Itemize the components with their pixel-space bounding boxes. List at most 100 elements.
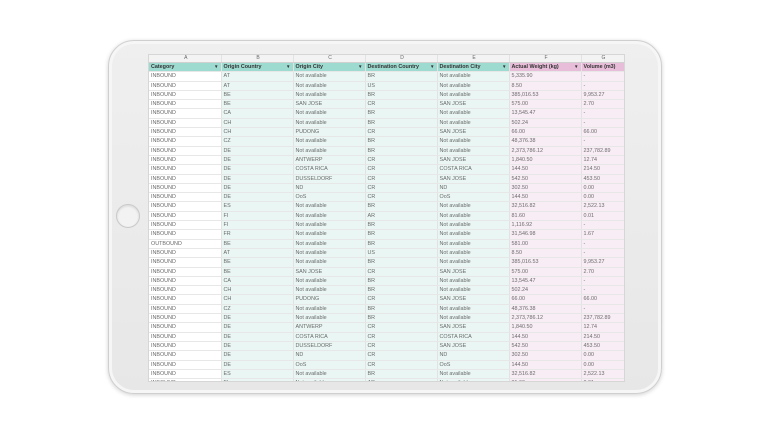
cell-category[interactable]: OUTBOUND — [149, 239, 222, 249]
cell-category[interactable]: INBOUND — [149, 71, 222, 82]
filter-dropdown-icon[interactable]: ▼ — [574, 63, 578, 71]
cell-volume[interactable]: - — [581, 248, 624, 259]
cell-actual-weight[interactable]: 542.50 — [509, 341, 582, 352]
cell-origin-city[interactable]: Not available — [293, 201, 366, 212]
cell-origin-city[interactable]: OoS — [293, 360, 366, 370]
cell-volume[interactable]: 2,522.13 — [581, 201, 624, 212]
cell-origin-city[interactable]: Not available — [293, 146, 366, 156]
cell-destination-city[interactable]: SAN JOSE — [437, 155, 510, 166]
cell-volume[interactable]: 0.00 — [581, 192, 624, 203]
cell-actual-weight[interactable]: 13,545.47 — [509, 108, 582, 119]
cell-destination-country[interactable]: CR — [365, 360, 438, 370]
cell-origin-country[interactable]: AT — [221, 71, 294, 82]
cell-destination-country[interactable]: CR — [365, 183, 438, 194]
cell-destination-city[interactable]: Not available — [437, 118, 510, 129]
cell-destination-country[interactable]: BR — [365, 229, 438, 240]
cell-destination-city[interactable]: Not available — [437, 248, 510, 259]
cell-origin-country[interactable]: FI — [221, 211, 294, 222]
cell-destination-country[interactable]: BR — [365, 276, 438, 287]
cell-category[interactable]: INBOUND — [149, 304, 222, 315]
cell-destination-city[interactable]: Not available — [437, 378, 510, 381]
cell-origin-country[interactable]: DE — [221, 146, 294, 156]
cell-origin-country[interactable]: FR — [221, 229, 294, 240]
cell-actual-weight[interactable]: 8.50 — [509, 248, 582, 259]
cell-origin-country[interactable]: DE — [221, 183, 294, 194]
cell-actual-weight[interactable]: 81.60 — [509, 211, 582, 222]
cell-category[interactable]: INBOUND — [149, 174, 222, 184]
cell-origin-country[interactable]: BE — [221, 267, 294, 277]
cell-volume[interactable]: - — [581, 136, 624, 147]
cell-volume[interactable]: 214.50 — [581, 164, 624, 175]
cell-volume[interactable]: 237,782.89 — [581, 146, 624, 156]
cell-volume[interactable]: 0.00 — [581, 350, 624, 361]
cell-volume[interactable]: 12.74 — [581, 322, 624, 333]
cell-category[interactable]: INBOUND — [149, 248, 222, 259]
cell-origin-city[interactable]: Not available — [293, 81, 366, 91]
cell-volume[interactable]: 237,782.89 — [581, 313, 624, 324]
cell-origin-city[interactable]: Not available — [293, 378, 366, 381]
cell-destination-city[interactable]: Not available — [437, 313, 510, 324]
cell-destination-country[interactable]: CR — [365, 322, 438, 333]
cell-actual-weight[interactable]: 575.00 — [509, 267, 582, 277]
cell-destination-country[interactable]: BR — [365, 146, 438, 156]
column-letter[interactable]: C — [293, 55, 366, 63]
cell-destination-city[interactable]: Not available — [437, 90, 510, 101]
cell-volume[interactable]: 0.00 — [581, 183, 624, 194]
cell-origin-country[interactable]: DE — [221, 360, 294, 370]
cell-actual-weight[interactable]: 385,016.53 — [509, 257, 582, 268]
cell-origin-country[interactable]: BE — [221, 99, 294, 110]
cell-category[interactable]: INBOUND — [149, 99, 222, 110]
cell-origin-city[interactable]: Not available — [293, 285, 366, 296]
cell-category[interactable]: INBOUND — [149, 155, 222, 166]
cell-origin-city[interactable]: Not available — [293, 118, 366, 129]
cell-origin-country[interactable]: AT — [221, 248, 294, 259]
cell-origin-city[interactable]: Not available — [293, 248, 366, 259]
cell-origin-country[interactable]: DE — [221, 155, 294, 166]
cell-origin-city[interactable]: Not available — [293, 229, 366, 240]
cell-destination-city[interactable]: Not available — [437, 229, 510, 240]
cell-category[interactable]: INBOUND — [149, 341, 222, 352]
cell-origin-city[interactable]: Not available — [293, 257, 366, 268]
filter-dropdown-icon[interactable]: ▼ — [430, 63, 434, 71]
cell-origin-city[interactable]: Not available — [293, 108, 366, 119]
cell-actual-weight[interactable]: 5,335.90 — [509, 71, 582, 82]
cell-destination-country[interactable]: US — [365, 81, 438, 91]
cell-destination-country[interactable]: CR — [365, 341, 438, 352]
cell-destination-country[interactable]: BR — [365, 304, 438, 315]
column-letter[interactable]: D — [365, 55, 438, 63]
cell-origin-city[interactable]: ANTWERP — [293, 155, 366, 166]
cell-origin-country[interactable]: BE — [221, 239, 294, 249]
cell-destination-city[interactable]: Not available — [437, 239, 510, 249]
cell-origin-city[interactable]: COSTA RICA — [293, 332, 366, 342]
cell-destination-city[interactable]: ND — [437, 183, 510, 194]
cell-origin-country[interactable]: CH — [221, 118, 294, 129]
cell-destination-city[interactable]: Not available — [437, 71, 510, 82]
header-destination-city[interactable]: Destination City ▼ — [437, 62, 510, 73]
cell-actual-weight[interactable]: 1,840.50 — [509, 322, 582, 333]
cell-volume[interactable]: - — [581, 81, 624, 91]
cell-origin-city[interactable]: Not available — [293, 369, 366, 380]
cell-destination-city[interactable]: Not available — [437, 276, 510, 287]
cell-destination-country[interactable]: US — [365, 248, 438, 259]
cell-destination-city[interactable]: SAN JOSE — [437, 174, 510, 184]
cell-destination-city[interactable]: SAN JOSE — [437, 294, 510, 305]
cell-destination-country[interactable]: CR — [365, 174, 438, 184]
cell-actual-weight[interactable]: 13,545.47 — [509, 276, 582, 287]
column-letter[interactable]: A — [149, 55, 222, 63]
cell-volume[interactable]: 1.67 — [581, 229, 624, 240]
cell-destination-country[interactable]: BR — [365, 220, 438, 231]
cell-destination-country[interactable]: BR — [365, 201, 438, 212]
cell-destination-city[interactable]: Not available — [437, 369, 510, 380]
cell-category[interactable]: INBOUND — [149, 267, 222, 277]
header-actual-weight[interactable]: Actual Weight (kg) ▼ — [509, 62, 582, 73]
cell-origin-city[interactable]: Not available — [293, 90, 366, 101]
cell-actual-weight[interactable]: 2,373,786.12 — [509, 313, 582, 324]
cell-origin-country[interactable]: BE — [221, 257, 294, 268]
cell-origin-city[interactable]: SAN JOSE — [293, 267, 366, 277]
cell-origin-city[interactable]: Not available — [293, 220, 366, 231]
cell-origin-country[interactable]: CH — [221, 285, 294, 296]
cell-origin-country[interactable]: DE — [221, 341, 294, 352]
cell-origin-city[interactable]: Not available — [293, 239, 366, 249]
filter-dropdown-icon[interactable]: ▼ — [502, 63, 506, 71]
cell-origin-city[interactable]: PUDONG — [293, 127, 366, 138]
